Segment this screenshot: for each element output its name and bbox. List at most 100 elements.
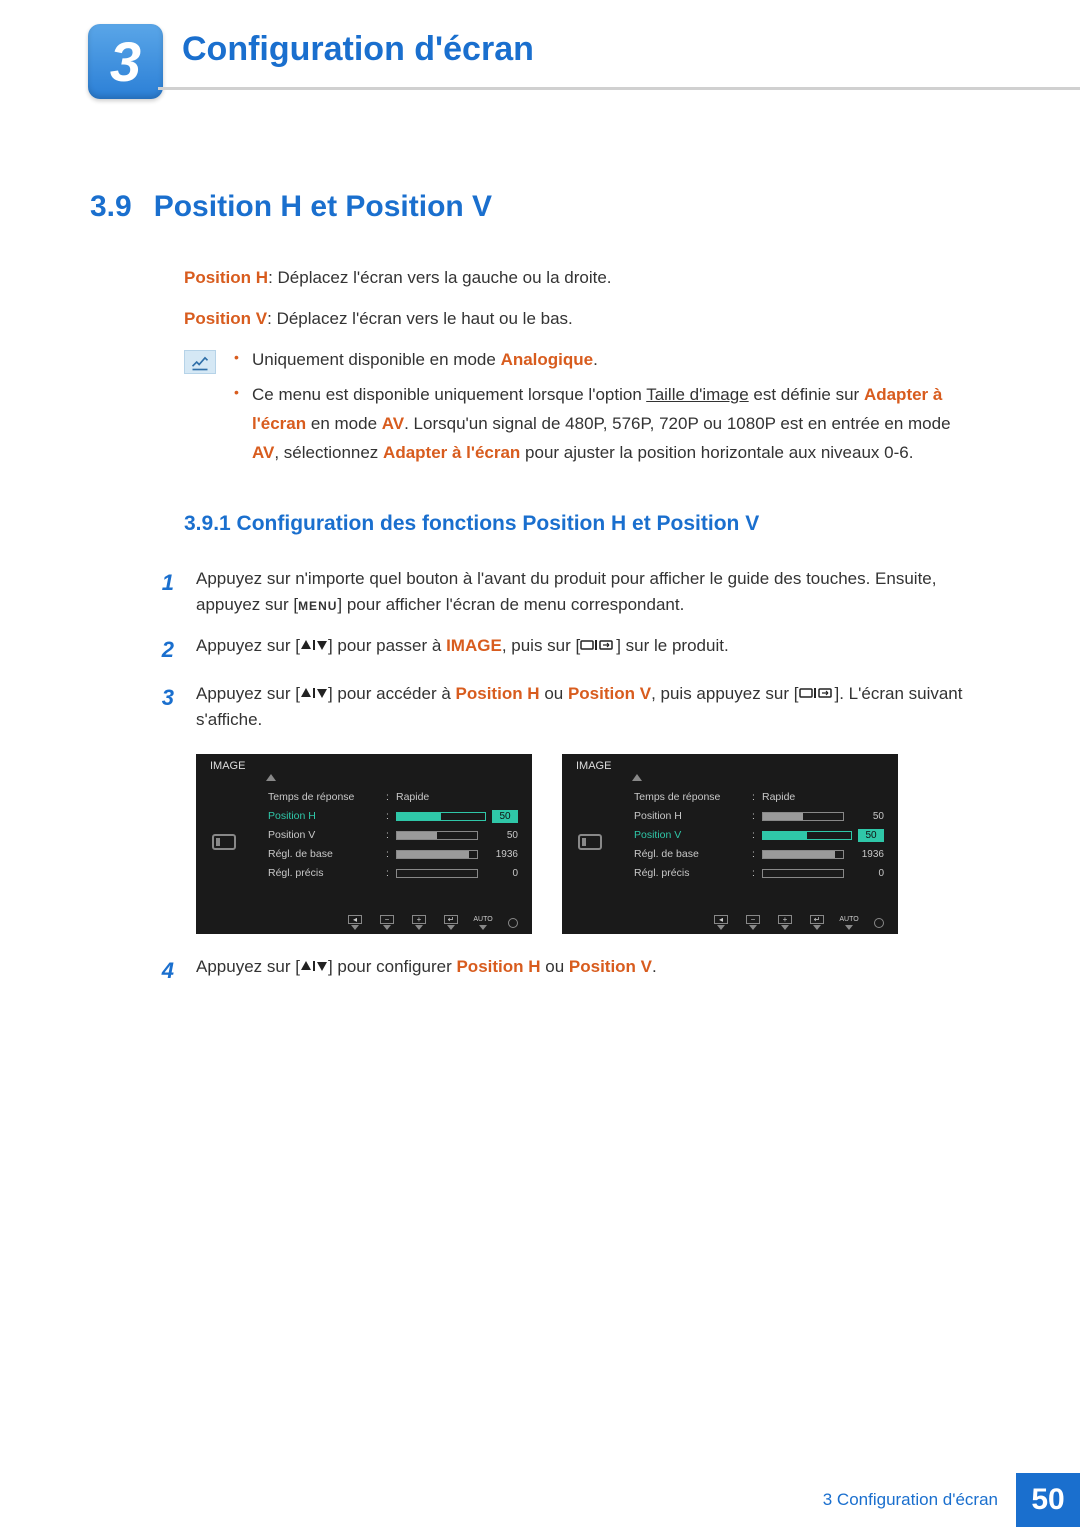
position-v-text: : Déplacez l'écran vers le haut ou le ba… [267, 309, 573, 328]
osd-header: IMAGE [210, 760, 245, 772]
osd-up-arrow-icon [632, 774, 642, 781]
osd-row-value: 1936 [850, 849, 884, 860]
osd-row: Temps de réponse : Rapide [634, 788, 884, 807]
osd-row-label: Temps de réponse [634, 791, 752, 803]
note-block: Uniquement disponible en mode Analogique… [184, 346, 972, 474]
osd-row-label: Régl. précis [268, 867, 386, 879]
osd-row-value: 0 [484, 868, 518, 879]
subsection-title: 3.9.1 Configuration des fonctions Positi… [184, 512, 972, 536]
step-number: 1 [150, 566, 174, 619]
osd-row-label: Régl. de base [634, 848, 752, 860]
osd-row: Position H : 50 [268, 807, 518, 826]
osd-plus-icon: + [412, 915, 426, 930]
osd-row: Temps de réponse : Rapide [268, 788, 518, 807]
section-title: Position H et Position V [154, 190, 492, 224]
osd-back-icon: ◂ [714, 915, 728, 930]
step-1: 1 Appuyez sur n'importe quel bouton à l'… [150, 566, 972, 619]
note-list: Uniquement disponible en mode Analogique… [234, 346, 972, 474]
osd-power-icon [508, 918, 518, 928]
section-heading: 3.9 Position H et Position V [90, 190, 972, 224]
note-icon [184, 350, 216, 374]
osd-row-value: 50 [858, 829, 884, 842]
osd-row: Position V : 50 [634, 826, 884, 845]
osd-row: Régl. précis : 0 [268, 864, 518, 883]
step-number: 3 [150, 681, 174, 734]
step-2: 2 Appuyez sur [] pour passer à IMAGE, pu… [150, 633, 972, 667]
position-v-label: Position V [184, 309, 267, 328]
note-item-1: Uniquement disponible en mode Analogique… [234, 346, 972, 375]
osd-minus-icon: − [380, 915, 394, 930]
osd-panel-right: IMAGE Temps de réponse : Rapide Position… [562, 754, 898, 934]
osd-row-label: Position V [634, 829, 752, 841]
link-taille-image[interactable]: Taille d'image [646, 385, 748, 404]
step-number: 4 [150, 954, 174, 988]
osd-row-label: Temps de réponse [268, 791, 386, 803]
position-v-desc: Position V: Déplacez l'écran vers le hau… [184, 305, 972, 332]
source-enter-icon [799, 681, 835, 707]
osd-plus-icon: + [778, 915, 792, 930]
osd-row-value: 50 [492, 810, 518, 823]
osd-header: IMAGE [576, 760, 611, 772]
osd-auto-label: AUTO [476, 915, 490, 930]
osd-row-value: Rapide [762, 791, 795, 803]
position-h-desc: Position H: Déplacez l'écran vers la gau… [184, 264, 972, 291]
intro-block: Position H: Déplacez l'écran vers la gau… [184, 264, 972, 332]
menu-key-label: MENU [298, 599, 337, 613]
osd-row-value: 1936 [484, 849, 518, 860]
up-down-icon [300, 681, 328, 707]
osd-row-label: Position H [634, 810, 752, 822]
osd-row: Régl. précis : 0 [634, 864, 884, 883]
osd-row-value: 50 [484, 830, 518, 841]
osd-enter-icon: ↵ [810, 915, 824, 930]
osd-row-label: Position H [268, 810, 386, 822]
osd-up-arrow-icon [266, 774, 276, 781]
chapter-number: 3 [110, 29, 141, 94]
step-4: 4 Appuyez sur [] pour configurer Positio… [150, 954, 972, 988]
osd-row-value: 50 [850, 811, 884, 822]
osd-power-icon [874, 918, 884, 928]
osd-screenshots: IMAGE Temps de réponse : Rapide Position… [196, 754, 972, 934]
osd-row: Régl. de base : 1936 [268, 845, 518, 864]
osd-row-value: 0 [850, 868, 884, 879]
source-enter-icon [580, 633, 616, 659]
osd-slider [762, 812, 844, 821]
up-down-icon [300, 633, 328, 659]
osd-slider [396, 831, 478, 840]
step-3: 3 Appuyez sur [] pour accéder à Position… [150, 681, 972, 734]
footer-chapter-label: 3 Configuration d'écran [805, 1473, 1016, 1527]
osd-slider [762, 850, 844, 859]
chapter-number-tab: 3 [88, 24, 163, 99]
position-h-text: : Déplacez l'écran vers la gauche ou la … [268, 268, 611, 287]
section-number: 3.9 [90, 190, 132, 224]
osd-bottom-bar: ◂ − + ↵ AUTO [562, 912, 898, 934]
osd-row-label: Régl. précis [634, 867, 752, 879]
osd-row: Position V : 50 [268, 826, 518, 845]
osd-back-icon: ◂ [348, 915, 362, 930]
osd-row: Position H : 50 [634, 807, 884, 826]
steps-list: 1 Appuyez sur n'importe quel bouton à l'… [150, 566, 972, 734]
osd-row: Régl. de base : 1936 [634, 845, 884, 864]
osd-menu-icon [212, 834, 236, 850]
osd-menu-icon [578, 834, 602, 850]
osd-slider [396, 869, 478, 878]
page-footer: 3 Configuration d'écran 50 [0, 1473, 1080, 1527]
footer-page-number: 50 [1016, 1473, 1080, 1527]
chapter-title-bar: Configuration d'écran [158, 30, 1080, 90]
osd-minus-icon: − [746, 915, 760, 930]
osd-auto-label: AUTO [842, 915, 856, 930]
osd-row-label: Position V [268, 829, 386, 841]
step-number: 2 [150, 633, 174, 667]
osd-slider [396, 812, 486, 821]
osd-slider [396, 850, 478, 859]
chapter-title: Configuration d'écran [182, 30, 1080, 69]
osd-row-label: Régl. de base [268, 848, 386, 860]
osd-slider [762, 831, 852, 840]
position-h-label: Position H [184, 268, 268, 287]
osd-enter-icon: ↵ [444, 915, 458, 930]
up-down-icon [300, 954, 328, 980]
osd-slider [762, 869, 844, 878]
osd-bottom-bar: ◂ − + ↵ AUTO [196, 912, 532, 934]
osd-panel-left: IMAGE Temps de réponse : Rapide Position… [196, 754, 532, 934]
note-item-2: Ce menu est disponible uniquement lorsqu… [234, 381, 972, 468]
osd-row-value: Rapide [396, 791, 429, 803]
